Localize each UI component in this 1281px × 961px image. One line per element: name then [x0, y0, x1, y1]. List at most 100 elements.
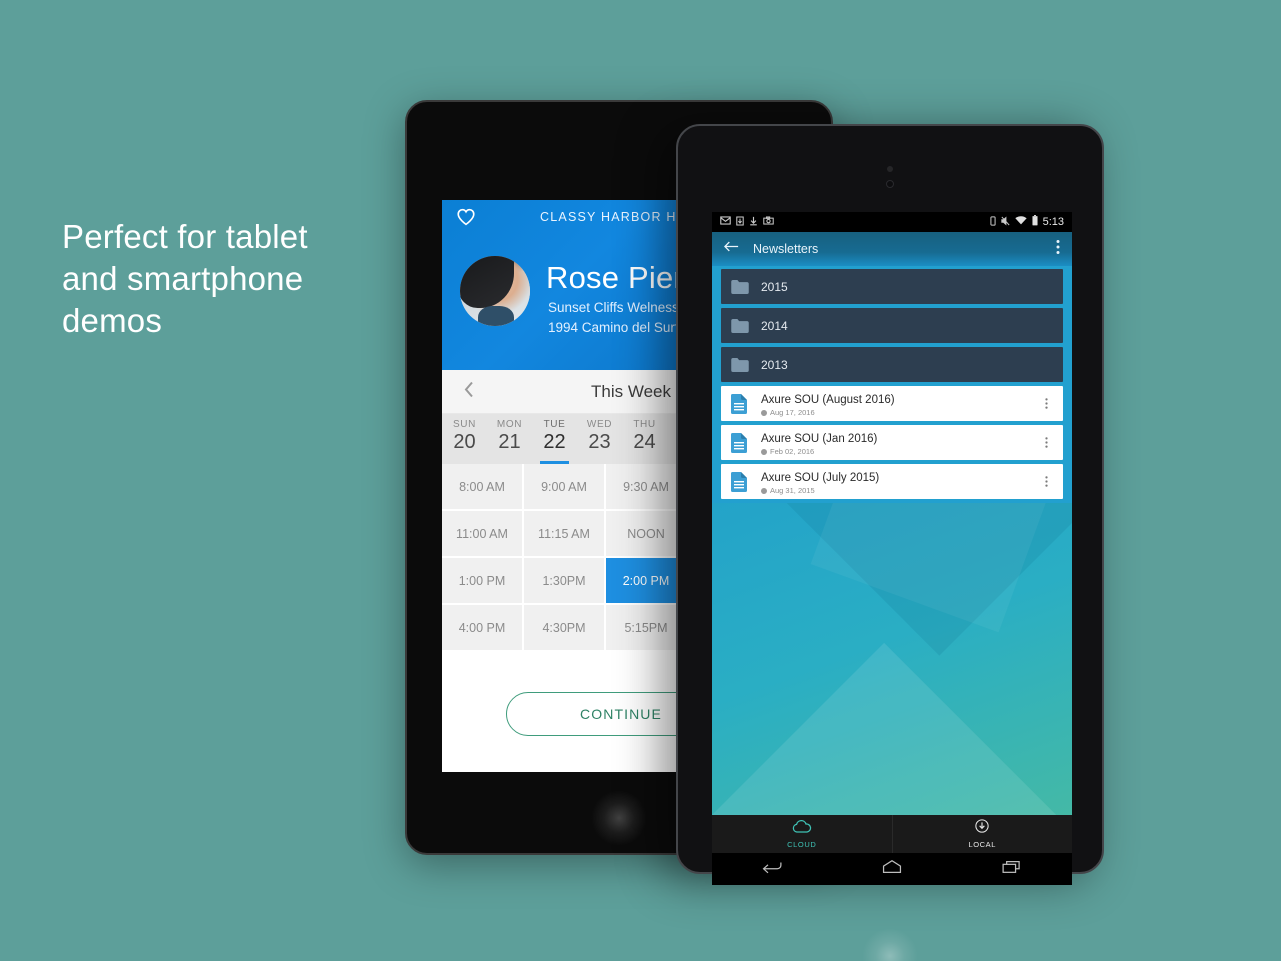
- folder-icon: [731, 318, 753, 333]
- chevron-left-icon[interactable]: [462, 379, 476, 404]
- day-cell[interactable]: MON 21: [487, 414, 532, 464]
- avatar-neck: [478, 306, 514, 326]
- status-notification-icons: [720, 215, 774, 229]
- time-slot[interactable]: 11:15 AM: [524, 511, 604, 556]
- document-icon: [731, 393, 753, 414]
- android-back-icon[interactable]: [761, 859, 783, 880]
- time-slot[interactable]: 1:00 PM: [442, 558, 522, 603]
- status-dot-icon: [761, 409, 767, 416]
- document-meta: Aug 31, 2015: [761, 486, 1039, 496]
- wifi-icon: [1014, 216, 1027, 228]
- time-slot[interactable]: 8:00 AM: [442, 464, 522, 509]
- download-arrow-icon: [749, 216, 758, 229]
- time-slot[interactable]: NOON: [606, 511, 686, 556]
- android-home-icon[interactable]: [881, 859, 903, 880]
- document-meta: Aug 17, 2016: [761, 408, 1039, 418]
- status-dot-icon: [761, 487, 767, 494]
- day-name: WED: [586, 419, 613, 430]
- wallpaper-facet: [712, 642, 1072, 815]
- document-icon: [731, 471, 753, 492]
- right-tablet-home-button[interactable]: [862, 928, 918, 961]
- headline-line-3: demos: [62, 302, 163, 339]
- folder-row[interactable]: 2013: [721, 347, 1063, 382]
- time-slot[interactable]: 9:00 AM: [524, 464, 604, 509]
- day-name: TUE: [543, 419, 566, 430]
- time-slot[interactable]: 4:30PM: [524, 605, 604, 650]
- day-date: 23: [588, 431, 611, 453]
- status-clock: 5:13: [1042, 216, 1064, 228]
- sensor-dot-icon: [887, 166, 893, 172]
- file-list: 2015 2014 2013 Axure SOU (August 2016) A…: [712, 266, 1072, 503]
- day-cell[interactable]: THU 24: [622, 414, 667, 464]
- mail-icon: [720, 216, 731, 228]
- day-date: 21: [498, 431, 521, 453]
- day-name: THU: [633, 419, 656, 430]
- tab-cloud[interactable]: CLOUD: [712, 815, 892, 853]
- cloud-icon: [792, 819, 812, 838]
- time-slot[interactable]: 5:15PM: [606, 605, 686, 650]
- right-tablet-device: 5:13 Newsletters 2015 2014 2013 Axure SO…: [676, 124, 1104, 961]
- mute-icon: [1000, 215, 1010, 229]
- day-cell[interactable]: SUN 20: [442, 414, 487, 464]
- document-name: Axure SOU (August 2016): [761, 393, 895, 406]
- android-nav-bar: [712, 853, 1072, 885]
- headline-line-1: Perfect for tablet: [62, 218, 308, 255]
- patient-address: 1994 Camino del Surf St: [548, 320, 696, 335]
- day-name: SUN: [453, 419, 476, 430]
- day-cell-selected[interactable]: TUE 22: [532, 414, 577, 464]
- kebab-menu-icon[interactable]: [1039, 475, 1053, 488]
- tab-local[interactable]: LOCAL: [891, 815, 1073, 853]
- day-date: 24: [633, 431, 656, 453]
- folder-icon: [731, 357, 753, 372]
- folder-name: 2015: [761, 279, 788, 294]
- app-bar: Newsletters: [712, 232, 1072, 266]
- sim-icon: [989, 215, 996, 229]
- patient-avatar: [460, 256, 530, 326]
- status-dot-icon: [761, 448, 767, 455]
- document-meta: Feb 02, 2016: [761, 447, 1039, 457]
- day-cell[interactable]: WED 23: [577, 414, 622, 464]
- kebab-menu-icon[interactable]: [1039, 436, 1053, 449]
- android-recents-icon[interactable]: [1001, 859, 1023, 880]
- week-title: This Week: [591, 381, 671, 401]
- screenshot-icon: [763, 216, 774, 228]
- status-system-icons: 5:13: [989, 215, 1064, 229]
- document-row[interactable]: Axure SOU (August 2016) Aug 17, 2016: [721, 386, 1063, 421]
- tab-local-label: LOCAL: [968, 840, 997, 849]
- kebab-menu-icon[interactable]: [1039, 397, 1053, 410]
- document-name: Axure SOU (Jan 2016): [761, 432, 878, 445]
- bottom-tab-bar: CLOUD LOCAL: [712, 815, 1072, 853]
- left-tablet-home-button[interactable]: [591, 790, 647, 846]
- wallpaper-area: [712, 503, 1072, 815]
- download-circle-icon: [975, 819, 989, 838]
- tab-cloud-label: CLOUD: [787, 839, 817, 849]
- document-name: Axure SOU (July 2015): [761, 471, 880, 484]
- app-bar-title: Newsletters: [753, 242, 819, 256]
- kebab-menu-icon[interactable]: [1056, 239, 1060, 260]
- document-row[interactable]: Axure SOU (July 2015) Aug 31, 2015: [721, 464, 1063, 499]
- document-date: Feb 02, 2016: [770, 446, 815, 456]
- time-slot-selected[interactable]: 2:00 PM: [606, 558, 686, 603]
- time-slot[interactable]: 9:30 AM: [606, 464, 686, 509]
- document-icon: [731, 432, 753, 453]
- time-slot[interactable]: 4:00 PM: [442, 605, 522, 650]
- folder-name: 2013: [761, 357, 788, 372]
- document-row[interactable]: Axure SOU (Jan 2016) Feb 02, 2016: [721, 425, 1063, 460]
- time-slot[interactable]: 11:00 AM: [442, 511, 522, 556]
- folder-icon: [731, 279, 753, 294]
- folder-name: 2014: [761, 318, 788, 333]
- document-date: Aug 31, 2015: [770, 485, 815, 495]
- android-status-bar: 5:13: [712, 212, 1072, 232]
- arrow-left-icon[interactable]: [723, 240, 739, 258]
- headline-line-2: and smartphone: [62, 260, 304, 297]
- day-date: 22: [543, 431, 566, 453]
- download-box-icon: [736, 215, 744, 229]
- folder-row[interactable]: 2014: [721, 308, 1063, 343]
- day-date: 20: [453, 431, 476, 453]
- time-slot[interactable]: 1:30PM: [524, 558, 604, 603]
- folder-row[interactable]: 2015: [721, 269, 1063, 304]
- battery-icon: [1032, 215, 1038, 229]
- page-headline: Perfect for tablet and smartphone demos: [62, 216, 402, 342]
- day-name: MON: [496, 419, 523, 430]
- right-tablet-screen: 5:13 Newsletters 2015 2014 2013 Axure SO…: [712, 212, 1072, 885]
